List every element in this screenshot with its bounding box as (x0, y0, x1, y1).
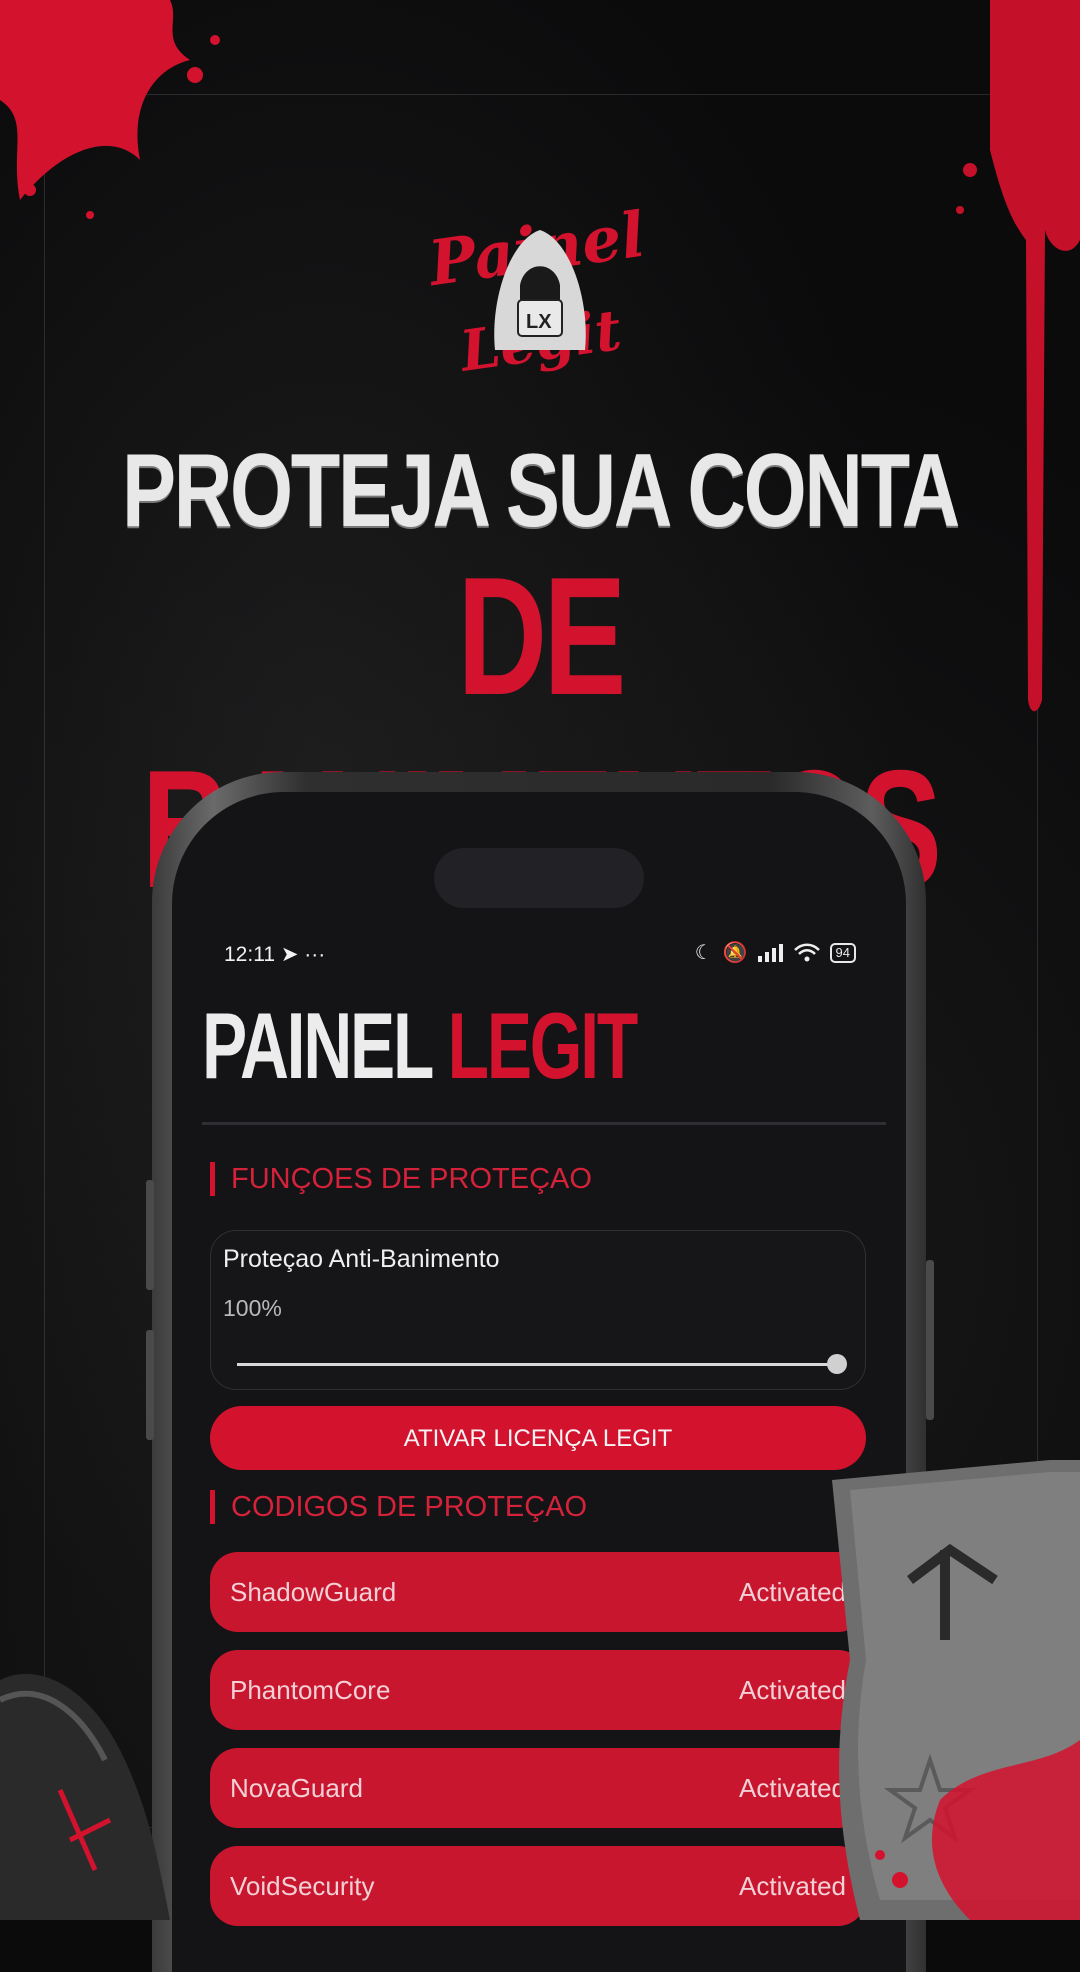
status-bar-icons: ☾ 🔕 94 (695, 940, 856, 965)
protection-card: Proteçao Anti-Banimento 100% (210, 1230, 866, 1390)
phone-screen: 12:11 ➤ ··· ☾ 🔕 94 PAINEL LEGIT FUNÇOES … (172, 792, 906, 1972)
code-row-shadowguard[interactable]: ShadowGuard Activated (210, 1552, 866, 1632)
painel-legit-logo: Painel Legit Legit LX (422, 200, 660, 380)
protection-slider[interactable] (237, 1354, 847, 1374)
wifi-icon (793, 943, 820, 961)
status-bar-time: 12:11 ➤ ··· (224, 943, 326, 966)
paint-splatter-top-left (0, 0, 220, 219)
section-title-functions: FUNÇOES DE PROTEÇAO (210, 1162, 592, 1196)
code-name: ShadowGuard (230, 1576, 397, 1607)
mask-decoration (0, 1673, 170, 1920)
moon-icon: ☾ (694, 942, 713, 964)
more-icon: ··· (304, 943, 326, 966)
code-row-novaguard[interactable]: NovaGuard Activated (210, 1748, 866, 1828)
axe-decoration (832, 1460, 1080, 1920)
app-title-part-2: LEGIT (447, 993, 639, 1098)
headline-line-1: PROTEJA SUA CONTA (121, 433, 960, 549)
code-name: PhantomCore (230, 1674, 391, 1705)
code-name: VoidSecurity (230, 1870, 375, 1901)
slider-thumb[interactable] (827, 1354, 847, 1374)
code-name: NovaGuard (230, 1772, 363, 1803)
logo-badge-text: LX (526, 311, 552, 333)
phone-mockup: 12:11 ➤ ··· ☾ 🔕 94 PAINEL LEGIT FUNÇOES … (152, 772, 926, 1972)
battery-indicator: 94 (829, 942, 856, 963)
app-title: PAINEL LEGIT (202, 992, 639, 1100)
protection-label: Proteçao Anti-Banimento (223, 1245, 500, 1273)
header-divider (202, 1122, 886, 1125)
code-row-voidsecurity[interactable]: VoidSecurity Activated (210, 1846, 866, 1926)
phone-volume-button (146, 1180, 154, 1290)
phone-volume-button (146, 1330, 154, 1440)
activate-license-button[interactable]: ATIVAR LICENÇA LEGIT (210, 1406, 866, 1470)
telegram-icon: ➤ (280, 943, 299, 966)
app-title-part-1: PAINEL (202, 993, 433, 1098)
phone-power-button (926, 1260, 934, 1420)
bell-muted-icon: 🔕 (722, 942, 748, 964)
signal-icon (757, 943, 783, 962)
slider-fill (237, 1363, 837, 1366)
paint-drip-top-right (956, 0, 1080, 712)
code-row-phantomcore[interactable]: PhantomCore Activated (210, 1650, 866, 1730)
protection-value: 100% (223, 1295, 282, 1321)
dynamic-island (434, 848, 644, 908)
section-title-codes: CODIGOS DE PROTEÇAO (210, 1490, 587, 1524)
